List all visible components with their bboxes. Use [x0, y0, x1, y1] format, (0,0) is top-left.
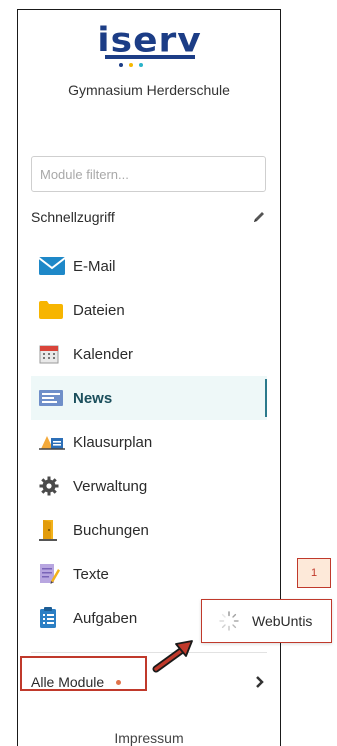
menu-item-bookings[interactable]: Buchungen [31, 508, 267, 552]
folder-icon [39, 299, 67, 321]
webuntis-popup[interactable]: WebUntis [201, 599, 332, 643]
module-filter-input[interactable] [31, 156, 266, 192]
module-menu: E-Mail Dateien Kalender News Klausurplan [31, 244, 267, 640]
notification-dot [116, 679, 122, 685]
menu-item-label: Kalender [73, 345, 134, 363]
menu-item-label: Klausurplan [73, 433, 153, 451]
menu-item-texts[interactable]: Texte [31, 552, 267, 596]
quick-access-header: Schnellzugriff [31, 207, 267, 227]
iserv-logo[interactable]: iserv [97, 21, 202, 70]
chevron-right-icon [253, 674, 267, 690]
pencil-icon[interactable] [251, 209, 267, 225]
menu-item-admin[interactable]: Verwaltung [31, 464, 267, 508]
menu-item-label: Verwaltung [73, 477, 148, 495]
menu-item-files[interactable]: Dateien [31, 288, 267, 332]
menu-item-label: Buchungen [73, 521, 149, 539]
news-icon [39, 387, 67, 409]
exam-plan-icon [39, 431, 67, 453]
logo-dot [139, 63, 143, 67]
all-modules-label: Alle Module [31, 674, 105, 690]
all-modules-label-group: Alle Module [31, 674, 122, 690]
logo-dot [119, 63, 123, 67]
logo-underline [105, 55, 195, 59]
envelope-icon [39, 255, 67, 277]
menu-item-label: Texte [73, 565, 109, 583]
menu-item-news[interactable]: News [31, 376, 267, 420]
spinner-icon [219, 611, 239, 631]
menu-item-label: Dateien [73, 301, 125, 319]
menu-item-email[interactable]: E-Mail [31, 244, 267, 288]
door-icon [39, 519, 67, 541]
all-modules-link[interactable]: Alle Module [31, 664, 267, 700]
logo-text: iserv [97, 21, 202, 60]
impressum-link[interactable]: Impressum [18, 730, 280, 746]
calendar-icon [39, 343, 67, 365]
gear-icon [39, 475, 67, 497]
logo-dots [119, 63, 143, 67]
step-badge: 1 [297, 558, 331, 588]
menu-item-label: News [73, 389, 113, 407]
menu-item-calendar[interactable]: Kalender [31, 332, 267, 376]
menu-item-exam-plan[interactable]: Klausurplan [31, 420, 267, 464]
webuntis-label: WebUntis [252, 613, 313, 629]
quick-access-label: Schnellzugriff [31, 209, 115, 225]
logo-dot [129, 63, 133, 67]
school-name: Gymnasium Herderschule [68, 82, 230, 98]
divider [31, 652, 267, 653]
text-document-icon [39, 563, 67, 585]
pointer-arrow-icon [152, 640, 193, 673]
menu-item-label: E-Mail [73, 257, 116, 275]
menu-item-label: Aufgaben [73, 609, 138, 627]
clipboard-icon [39, 607, 67, 629]
